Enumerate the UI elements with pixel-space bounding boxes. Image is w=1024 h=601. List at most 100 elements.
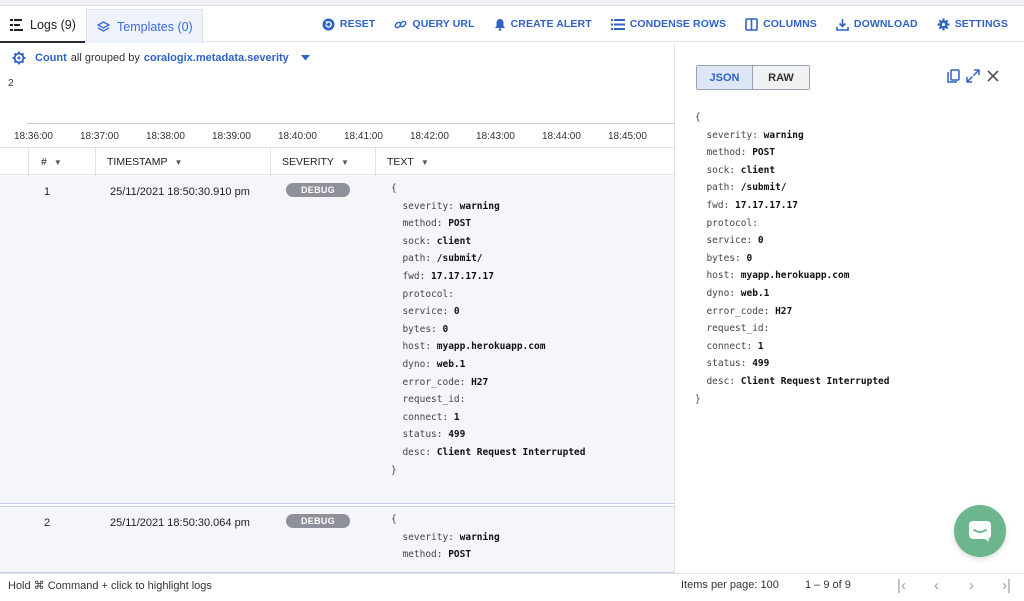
expand-icon[interactable] [966, 69, 980, 83]
items-per-page-selector[interactable]: Items per page: 100 [681, 579, 779, 591]
tab-logs[interactable]: Logs (9) [0, 9, 85, 43]
group-settings-gear-icon[interactable] [12, 51, 26, 65]
column-header-severity[interactable]: SEVERITY ▼ [270, 148, 375, 176]
logs-list-icon [10, 19, 23, 31]
json-line: method: POST [391, 218, 472, 230]
json-line: method: POST [695, 147, 776, 159]
row-timestamp: 25/11/2021 18:50:30.910 pm [110, 186, 250, 198]
json-line: } [391, 464, 397, 476]
row-timestamp: 25/11/2021 18:50:30.064 pm [110, 517, 250, 529]
json-line: request_id: [695, 323, 770, 335]
sort-caret-icon: ▼ [53, 157, 62, 167]
query-url-button[interactable]: QUERY URL [394, 18, 474, 31]
sort-caret-icon: ▼ [340, 157, 349, 167]
json-line: error_code: H27 [391, 376, 489, 388]
columns-label: COLUMNS [763, 18, 817, 30]
json-line: status: 499 [695, 358, 770, 370]
query-url-label: QUERY URL [412, 18, 475, 30]
column-header-text[interactable]: TEXT ▼ [375, 148, 674, 176]
metric-selector[interactable]: Count [35, 52, 67, 64]
toolbar: Logs (9) Templates (0) RESET QUERY URL C… [0, 6, 1024, 43]
tick-label: 18:37:00 [80, 131, 119, 142]
page-range: 1 – 9 of 9 [805, 579, 851, 591]
footer: Hold ⌘ Command + click to highlight logs… [0, 573, 1024, 601]
tick-label: 18:38:00 [146, 131, 185, 142]
create-alert-button[interactable]: CREATE ALERT [494, 18, 592, 31]
table-header: # ▼ TIMESTAMP ▼ SEVERITY ▼ TEXT ▼ [0, 147, 674, 176]
reset-icon [322, 18, 335, 31]
download-icon [836, 18, 849, 31]
chat-button[interactable] [954, 505, 1006, 557]
tick-label: 18:36:00 [14, 131, 53, 142]
copy-icon[interactable] [947, 69, 960, 83]
condense-icon [610, 18, 625, 30]
format-toggle: JSON RAW [696, 65, 810, 90]
json-line: dyno: web.1 [391, 358, 466, 370]
table-row[interactable]: 1 25/11/2021 18:50:30.910 pm DEBUG { sev… [0, 176, 674, 504]
settings-button[interactable]: SETTINGS [937, 18, 1008, 31]
columns-icon [745, 17, 758, 31]
columns-button[interactable]: COLUMNS [745, 17, 817, 31]
close-icon[interactable] [986, 69, 1000, 83]
table-row[interactable]: 2 25/11/2021 18:50:30.064 pm DEBUG { sev… [0, 506, 674, 573]
tab-logs-label: Logs (9) [30, 18, 76, 32]
last-page-icon[interactable]: ›| [989, 577, 1024, 594]
column-num-label: # [41, 156, 47, 168]
group-by-text: all grouped by [70, 52, 140, 64]
json-line: } [695, 393, 701, 405]
download-label: DOWNLOAD [853, 18, 918, 30]
detail-json: { severity: warning method: POST sock: c… [695, 109, 889, 408]
column-header-timestamp[interactable]: TIMESTAMP ▼ [95, 148, 270, 176]
condense-rows-button[interactable]: CONDENSE ROWS [610, 18, 727, 30]
tab-templates[interactable]: Templates (0) [86, 9, 203, 43]
json-line: protocol: [391, 288, 454, 300]
group-field-selector[interactable]: coralogix.metadata.severity [144, 52, 289, 64]
json-line: severity: warning [391, 200, 500, 212]
json-line: path: /submit/ [391, 253, 483, 265]
reset-label: RESET [339, 18, 376, 30]
next-page-icon[interactable]: › [954, 577, 989, 594]
tick-label: 18:39:00 [212, 131, 251, 142]
download-button[interactable]: DOWNLOAD [836, 18, 918, 31]
json-line: bytes: 0 [391, 323, 449, 335]
row-text: { severity: warning method: POST [391, 511, 500, 564]
json-line: { [695, 112, 701, 123]
json-line: desc: Client Request Interrupted [695, 375, 890, 387]
tab-templates-label: Templates (0) [117, 19, 193, 34]
tick-label: 18:45:00 [608, 131, 647, 142]
raw-toggle-button[interactable]: RAW [753, 66, 809, 89]
settings-label: SETTINGS [954, 18, 1008, 30]
json-line: { [391, 514, 397, 525]
json-line: bytes: 0 [695, 252, 753, 264]
json-line: service: 0 [391, 306, 460, 318]
json-line: severity: warning [695, 129, 804, 141]
tick-label: 18:43:00 [476, 131, 515, 142]
log-detail-panel: JSON RAW { severity: warning method: POS… [674, 43, 1024, 573]
column-header-num[interactable]: # ▼ [28, 148, 95, 176]
json-line: host: myapp.herokuapp.com [391, 341, 546, 353]
json-toggle-button[interactable]: JSON [697, 66, 753, 89]
json-line: severity: warning [391, 531, 500, 543]
chevron-down-icon[interactable] [300, 55, 310, 61]
json-line: service: 0 [695, 235, 764, 247]
tick-label: 18:44:00 [542, 131, 581, 142]
first-page-icon[interactable]: |‹ [884, 577, 919, 594]
tick-label: 18:41:00 [344, 131, 383, 142]
json-line: host: myapp.herokuapp.com [695, 270, 850, 282]
json-line: connect: 1 [391, 411, 460, 423]
bell-icon [494, 18, 506, 31]
link-icon [394, 18, 407, 31]
severity-badge: DEBUG [286, 183, 350, 197]
prev-page-icon[interactable]: ‹ [919, 577, 954, 594]
json-line: method: POST [391, 549, 472, 561]
reset-button[interactable]: RESET [322, 18, 376, 31]
json-line: request_id: [391, 394, 466, 406]
tick-label: 18:40:00 [278, 131, 317, 142]
json-line: fwd: 17.17.17.17 [695, 199, 798, 211]
json-line: desc: Client Request Interrupted [391, 446, 586, 458]
column-severity-label: SEVERITY [282, 156, 334, 168]
highlight-hint: Hold ⌘ Command + click to highlight logs [8, 580, 212, 592]
json-line: connect: 1 [695, 340, 764, 352]
logs-panel: Count all grouped by coralogix.metadata.… [0, 43, 674, 573]
condense-rows-label: CONDENSE ROWS [629, 18, 727, 30]
